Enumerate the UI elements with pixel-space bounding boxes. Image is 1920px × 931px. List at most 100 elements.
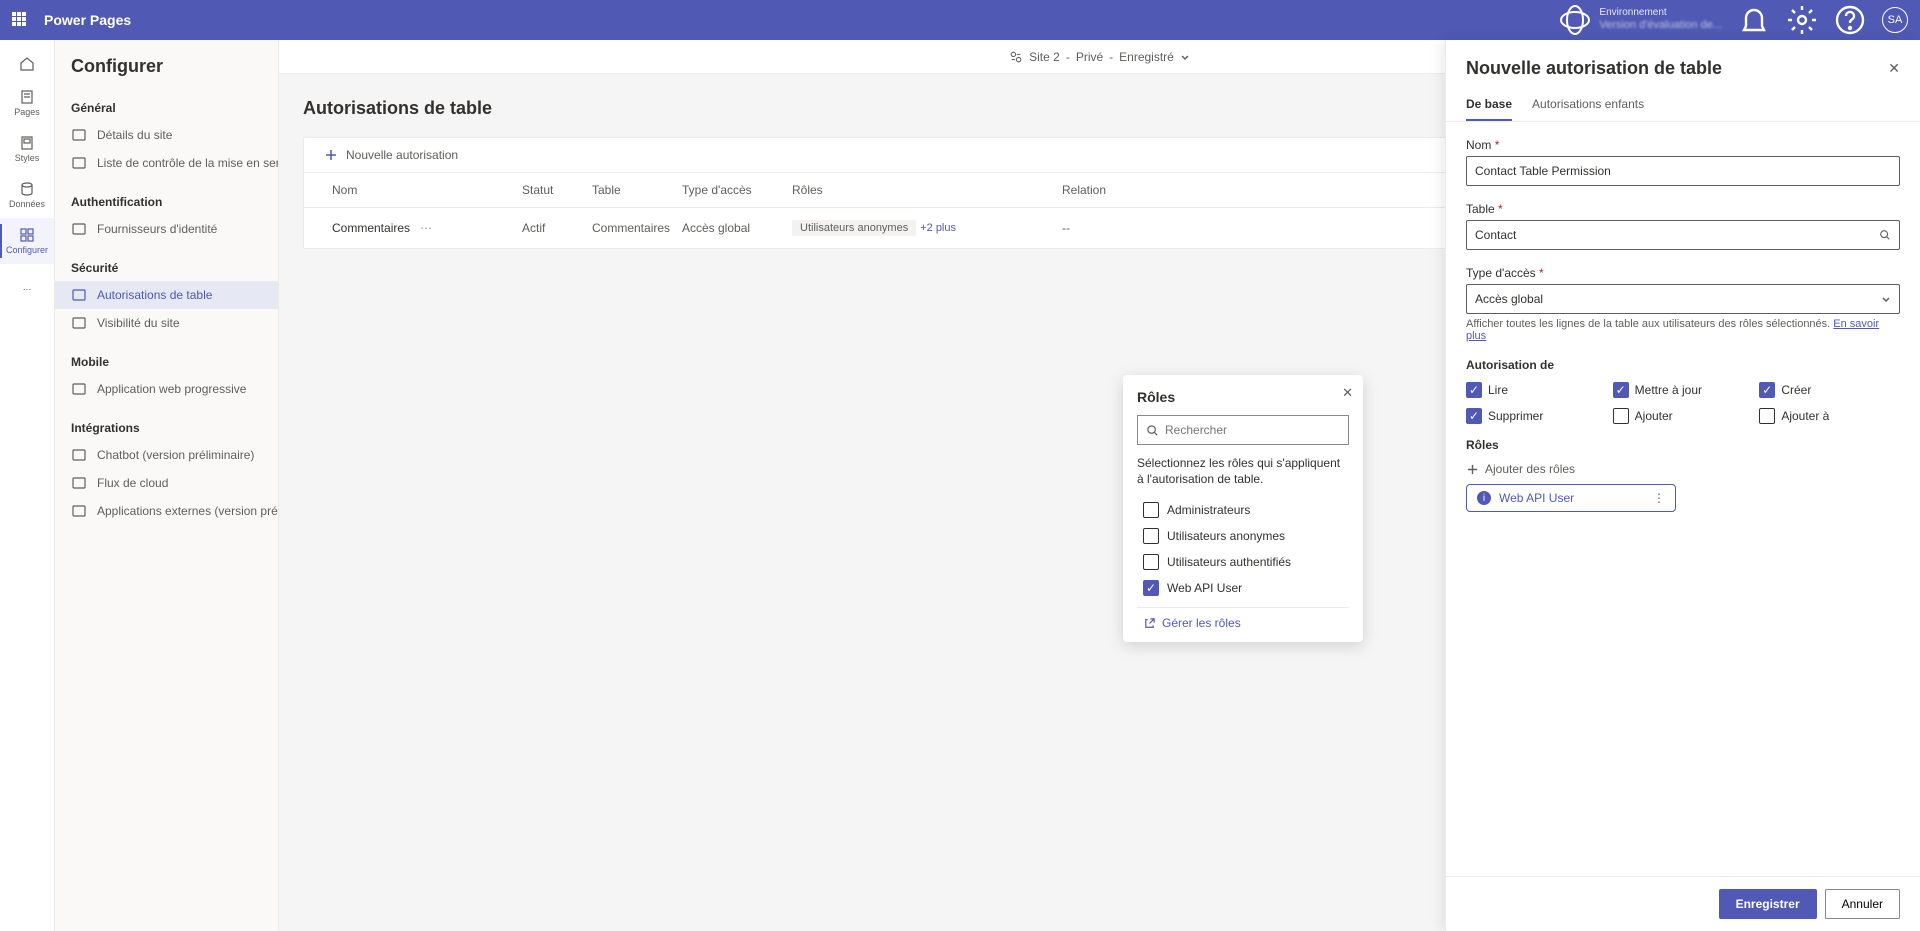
sidebar-item-providers[interactable]: Fournisseurs d'identité (55, 215, 278, 243)
rail-styles[interactable]: Styles (0, 126, 54, 172)
user-avatar[interactable]: SA (1882, 7, 1908, 33)
perm-appendto[interactable]: Ajouter à (1759, 408, 1900, 424)
main-area: Site 2 - Privé - Enregistré Autorisation… (279, 40, 1920, 931)
checkbox-icon (1613, 408, 1629, 424)
sidebar-item-table-perms[interactable]: Autorisations de table (55, 281, 278, 309)
data-icon (19, 181, 35, 197)
checkbox-icon: ✓ (1466, 408, 1482, 424)
help-icon[interactable] (1834, 4, 1866, 36)
rail-data[interactable]: Données (0, 172, 54, 218)
environment-picker[interactable]: Environnement Version d'évaluation de... (1559, 4, 1722, 36)
role-chip[interactable]: i Web API User ⋮ (1466, 484, 1676, 512)
chevron-down-icon (1180, 52, 1190, 62)
sidebar-title: Configurer (55, 40, 278, 89)
role-chip-more-icon[interactable]: ⋮ (1653, 491, 1665, 505)
access-select[interactable]: Accès global (1466, 284, 1900, 314)
panel-close-icon[interactable]: ✕ (1888, 60, 1900, 77)
tab-children[interactable]: Autorisations enfants (1532, 89, 1644, 121)
roles-option[interactable]: ✓Web API User (1137, 575, 1349, 601)
sidebar-group-head: Intégrations (55, 415, 278, 441)
sidebar-item-label: Liste de contrôle de la mise en ser... (97, 156, 278, 170)
access-label-text: Type d'accès (1466, 266, 1536, 280)
rail-configure[interactable]: Configurer (0, 218, 54, 264)
perm-delete[interactable]: ✓ Supprimer (1466, 408, 1607, 424)
checkbox-icon: ✓ (1613, 382, 1629, 398)
roles-option[interactable]: Utilisateurs anonymes (1137, 523, 1349, 549)
table-input[interactable]: Contact (1466, 220, 1900, 250)
roles-option-label: Web API User (1167, 581, 1242, 595)
access-label: Type d'accès * (1466, 266, 1900, 280)
sidebar-group-head: Sécurité (55, 255, 278, 281)
sidebar-item-details[interactable]: Détails du site (55, 121, 278, 149)
row-access: Accès global (682, 221, 782, 235)
name-value: Contact Table Permission (1475, 164, 1611, 178)
rail-styles-label: Styles (15, 153, 40, 163)
perm-update[interactable]: ✓Mettre à jour (1613, 382, 1754, 398)
sidebar-item-icon (71, 503, 87, 519)
row-more-icon[interactable]: ⋯ (420, 221, 432, 235)
nav-rail: Pages Styles Données Configurer … (0, 40, 55, 931)
perm-read[interactable]: ✓Lire (1466, 382, 1607, 398)
breadcrumb-privacy: Privé (1076, 50, 1103, 64)
cancel-button[interactable]: Annuler (1825, 889, 1900, 919)
table-label-text: Table (1466, 202, 1495, 216)
rail-more[interactable]: … (0, 264, 54, 310)
chevron-down-icon (1881, 294, 1891, 304)
breadcrumb-sep: - (1066, 50, 1070, 64)
access-hint-text: Afficher toutes les lignes de la table a… (1466, 318, 1830, 330)
col-roles: Rôles (792, 183, 1052, 197)
sidebar-item-label: Flux de cloud (97, 476, 168, 490)
sidebar-item-site-visibility[interactable]: Visibilité du site (55, 309, 278, 337)
search-icon (1146, 424, 1159, 437)
sidebar-item-label: Applications externes (version prél... (97, 504, 278, 518)
roles-close-icon[interactable]: ✕ (1342, 385, 1353, 401)
sidebar: Configurer GénéralDétails du siteListe d… (55, 40, 279, 931)
sidebar-item-chatbot[interactable]: Chatbot (version préliminaire) (55, 441, 278, 469)
manage-roles-link[interactable]: Gérer les rôles (1137, 607, 1349, 632)
sidebar-item-label: Chatbot (version préliminaire) (97, 448, 254, 462)
sidebar-group-head: Mobile (55, 349, 278, 375)
perm-create[interactable]: ✓Créer (1759, 382, 1900, 398)
breadcrumb-site: Site 2 (1029, 50, 1060, 64)
roles-search-input[interactable] (1165, 423, 1340, 437)
search-icon (1879, 229, 1891, 241)
rail-pages[interactable]: Pages (0, 80, 54, 126)
sidebar-group-head: Authentification (55, 189, 278, 215)
add-roles-button[interactable]: Ajouter des rôles (1466, 462, 1900, 476)
row-table: Commentaires (592, 221, 672, 235)
panel-title: Nouvelle autorisation de table (1466, 58, 1722, 79)
rail-more-label: … (23, 282, 32, 292)
sidebar-item-icon (71, 381, 87, 397)
site-icon (1009, 50, 1023, 64)
manage-roles-label: Gérer les rôles (1162, 616, 1241, 630)
sidebar-item-pwa[interactable]: Application web progressive (55, 375, 278, 403)
checkbox-icon: ✓ (1466, 382, 1482, 398)
access-value: Accès global (1475, 292, 1543, 306)
row-name: Commentaires (332, 221, 410, 235)
save-button[interactable]: Enregistrer (1719, 889, 1817, 919)
sidebar-item-icon (71, 287, 87, 303)
settings-icon[interactable] (1786, 4, 1818, 36)
row-role-plus[interactable]: +2 plus (920, 222, 956, 234)
tab-base[interactable]: De base (1466, 89, 1512, 121)
configure-icon (19, 227, 35, 243)
name-input[interactable]: Contact Table Permission (1466, 156, 1900, 186)
roles-search[interactable] (1137, 415, 1349, 445)
checkbox-icon (1143, 502, 1159, 518)
styles-icon (19, 135, 35, 151)
environment-label: Environnement (1599, 7, 1722, 19)
notifications-icon[interactable] (1738, 4, 1770, 36)
perm-create-label: Créer (1781, 383, 1811, 397)
sidebar-item-ext-apps[interactable]: Applications externes (version prél... (55, 497, 278, 525)
access-hint: Afficher toutes les lignes de la table a… (1466, 318, 1900, 342)
rail-home[interactable] (0, 48, 54, 80)
sidebar-item-checklist[interactable]: Liste de contrôle de la mise en ser... (55, 149, 278, 177)
checkbox-icon (1143, 554, 1159, 570)
sidebar-item-cloudflows[interactable]: Flux de cloud (55, 469, 278, 497)
roles-option[interactable]: Administrateurs (1137, 497, 1349, 523)
waffle-icon[interactable] (12, 12, 28, 28)
roles-option[interactable]: Utilisateurs authentifiés (1137, 549, 1349, 575)
perm-append[interactable]: Ajouter (1613, 408, 1754, 424)
role-chip-label: Web API User (1499, 491, 1574, 505)
perm-delete-label: Supprimer (1488, 409, 1543, 423)
